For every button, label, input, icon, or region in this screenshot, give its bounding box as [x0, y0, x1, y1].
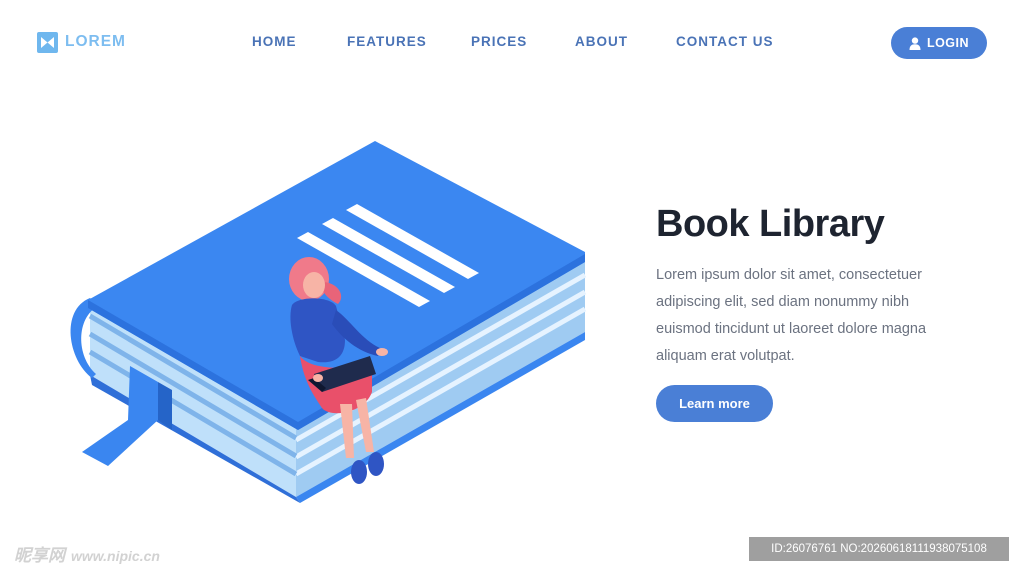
user-icon	[909, 36, 921, 50]
book-illustration	[70, 141, 587, 503]
watermark-url: www.nipic.cn	[71, 548, 160, 564]
learn-more-button[interactable]: Learn more	[656, 385, 773, 422]
watermark-brand: 昵享网 www.nipic.cn	[14, 541, 160, 566]
login-label: LOGIN	[926, 36, 970, 50]
nav-contact-us[interactable]: CONTACT US	[676, 34, 774, 49]
hero-description: Lorem ipsum dolor sit amet, consectetuer…	[656, 267, 927, 364]
hero-title: Book Library	[656, 203, 885, 245]
watermark-id-banner: ID:26076761 NO:20260618111938075108	[749, 537, 1009, 561]
login-button[interactable]: LOGIN	[891, 27, 987, 59]
watermark-brand-name: 昵享网	[14, 546, 65, 565]
